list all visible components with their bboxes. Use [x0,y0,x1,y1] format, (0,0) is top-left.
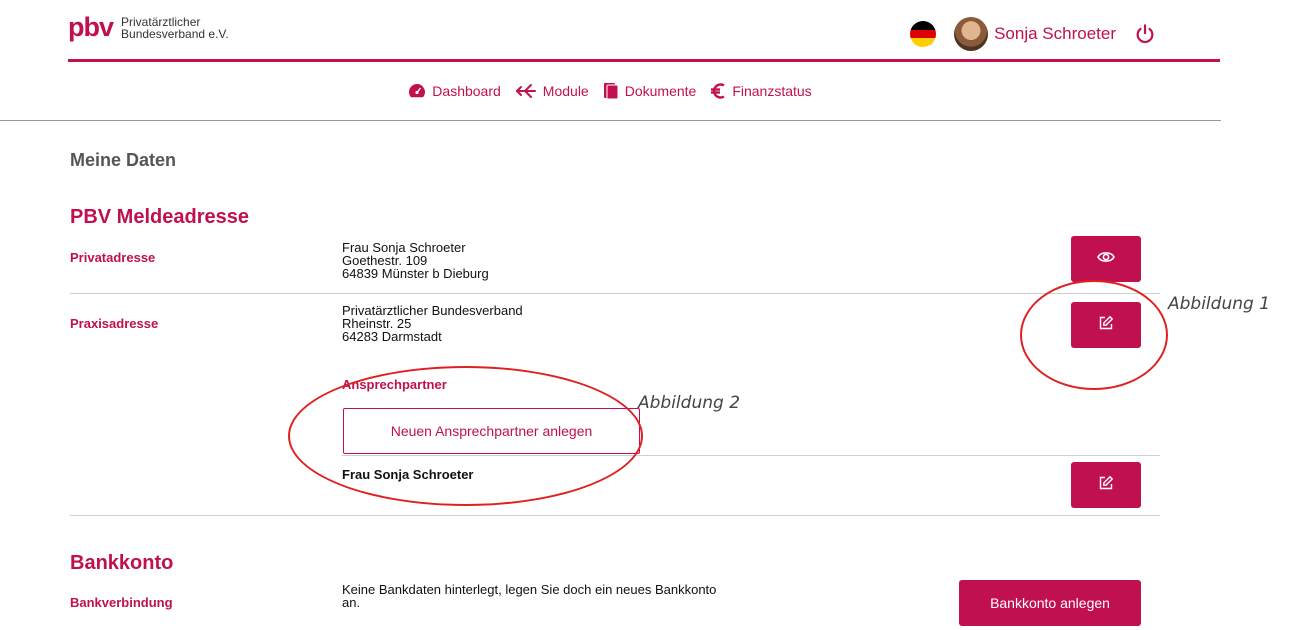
annotation-label-1: Abbildung 1 [1168,294,1271,314]
section-title-meldeadresse: PBV Meldeadresse [70,206,249,228]
label-praxisadresse: Praxisadresse [70,316,159,331]
flag-de-icon[interactable] [910,21,937,47]
section-title-bankkonto: Bankkonto [70,552,174,574]
power-icon[interactable] [1134,23,1156,45]
eye-icon [1097,250,1115,269]
nav-dashboard[interactable]: Dashboard [408,83,501,99]
logo[interactable]: pbv Privatärztlicher Bundesverband e.V. [68,14,229,41]
row-divider-2 [70,515,1160,516]
row-divider-1 [70,293,1160,294]
nav-divider [0,120,1221,121]
label-privatadresse: Privatadresse [70,250,156,265]
annotation-circle-1 [1020,280,1168,390]
bank-info-text: Keine Bankdaten hinterlegt, legen Sie do… [342,582,717,610]
privat-address: Frau Sonja Schroeter Goethestr. 109 6483… [342,241,489,280]
euro-icon [710,82,726,100]
nav-dokumente[interactable]: Dokumente [603,82,697,100]
edit-contact-button[interactable] [1071,462,1141,508]
create-bank-account-button[interactable]: Bankkonto anlegen [959,580,1141,626]
nav-dokumente-label: Dokumente [624,83,697,99]
nav-dashboard-label: Dashboard [432,83,501,99]
nav-module-label: Module [542,83,589,99]
edit-icon [1098,475,1114,496]
label-bankverbindung: Bankverbindung [70,595,173,610]
nav-module[interactable]: Module [515,83,589,99]
annotation-label-2: Abbildung 2 [638,393,741,413]
praxis-address: Privatärztlicher Bundesverband Rheinstr.… [342,304,523,343]
nav-finanzstatus-label: Finanzstatus [732,83,812,99]
user-area: Sonja Schroeter [910,14,1156,54]
user-name[interactable]: Sonja Schroeter [994,24,1116,44]
logo-line-2: Bundesverband e.V. [121,26,229,41]
view-privatadresse-button[interactable] [1071,236,1141,282]
documents-icon [603,82,619,100]
module-icon [515,83,537,99]
dashboard-icon [408,83,426,99]
nav-finanzstatus[interactable]: Finanzstatus [710,82,812,100]
praxis-address-line-3: 64283 Darmstadt [342,329,442,344]
logo-text: Privatärztlicher Bundesverband e.V. [121,16,229,40]
logo-mark: pbv [68,12,114,42]
main-nav: Dashboard Module Dokumente Finanzstatus [0,82,1220,100]
logo-line-1: Privatärztlicher [121,14,201,29]
page-title: Meine Daten [70,150,177,170]
header-divider [68,59,1220,62]
annotation-circle-2 [288,366,643,506]
avatar[interactable] [954,17,989,51]
privat-address-line-3: 64839 Münster b Dieburg [342,266,489,281]
